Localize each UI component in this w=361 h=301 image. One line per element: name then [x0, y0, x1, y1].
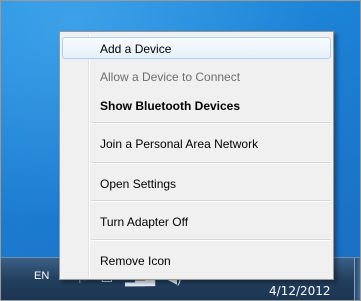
menu-separator — [91, 162, 331, 164]
menu-item-join-pan[interactable]: Join a Personal Area Network — [62, 133, 331, 155]
menu-item-label: Allow a Device to Connect — [100, 70, 241, 84]
menu-item-label: Open Settings — [100, 177, 177, 191]
language-indicator[interactable]: EN — [34, 270, 49, 282]
menu-separator — [91, 122, 331, 124]
menu-item-open-settings[interactable]: Open Settings — [62, 173, 331, 195]
menu-item-turn-adapter-off[interactable]: Turn Adapter Off — [62, 211, 331, 233]
screenshot-frame: EN ⚑ ▭ ▂▃▅ ◀) 4/12/2012 Add a Device All… — [0, 0, 361, 301]
menu-item-show-devices[interactable]: Show Bluetooth Devices — [62, 95, 331, 117]
menu-item-allow-device: Allow a Device to Connect — [62, 66, 331, 88]
menu-separator — [91, 239, 331, 241]
show-desktop-button[interactable] — [354, 258, 360, 300]
menu-item-label: Join a Personal Area Network — [100, 137, 259, 151]
menu-item-add-device[interactable]: Add a Device — [62, 37, 331, 59]
menu-item-label: Show Bluetooth Devices — [100, 99, 241, 113]
menu-item-remove-icon[interactable]: Remove Icon — [62, 250, 331, 272]
bluetooth-context-menu: Add a Device Allow a Device to Connect S… — [59, 31, 334, 280]
menu-separator — [91, 200, 331, 202]
menu-item-label: Remove Icon — [100, 254, 171, 268]
menu-item-label: Add a Device — [100, 42, 172, 56]
menu-item-label: Turn Adapter Off — [100, 215, 189, 229]
clock-date[interactable]: 4/12/2012 — [269, 284, 331, 298]
